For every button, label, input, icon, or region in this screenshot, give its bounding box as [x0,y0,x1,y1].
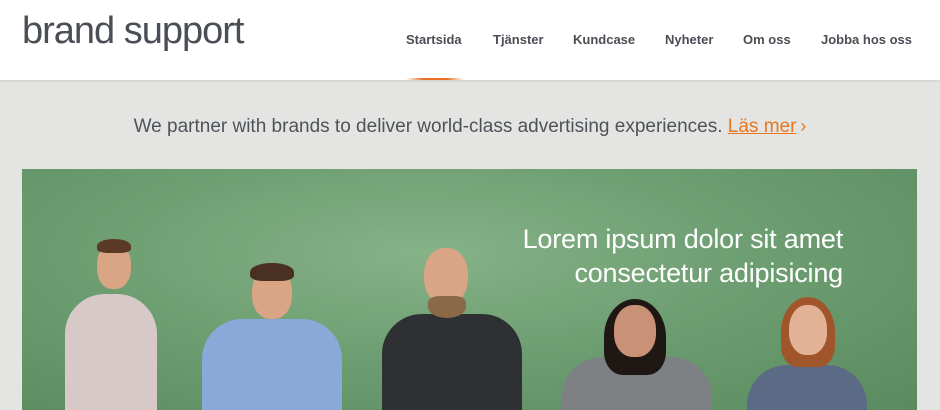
tagline: We partner with brands to deliver world-… [0,114,940,139]
tagline-text: We partner with brands to deliver world-… [133,116,723,137]
person-image [57,239,167,410]
nav-item-kundcase[interactable]: Kundcase [573,32,635,48]
hero-headline-line-2: consectetur adipisicing [574,258,843,288]
read-more-link[interactable]: Läs mer [728,116,797,137]
main-nav: Startsida Tjänster Kundcase Nyheter Om o… [0,32,940,48]
hero-headline-line-1: Lorem ipsum dolor sit amet [522,224,844,254]
hero-headline: Lorem ipsum dolor sit amet consectetur a… [522,222,844,290]
site-header: brand support Startsida Tjänster Kundcas… [0,0,940,81]
person-image [202,261,342,410]
nav-item-tjanster[interactable]: Tjänster [493,32,544,48]
person-image [372,244,532,410]
nav-item-startsida[interactable]: Startsida [406,32,462,48]
nav-item-om-oss[interactable]: Om oss [743,32,791,48]
hero-banner: Lorem ipsum dolor sit amet consectetur a… [22,169,917,410]
person-image [562,299,712,410]
nav-item-jobba-hos-oss[interactable]: Jobba hos oss [821,32,912,48]
active-nav-indicator [406,78,464,80]
person-image [747,297,867,410]
chevron-right-icon[interactable]: › [800,116,806,136]
nav-item-nyheter[interactable]: Nyheter [665,32,713,48]
